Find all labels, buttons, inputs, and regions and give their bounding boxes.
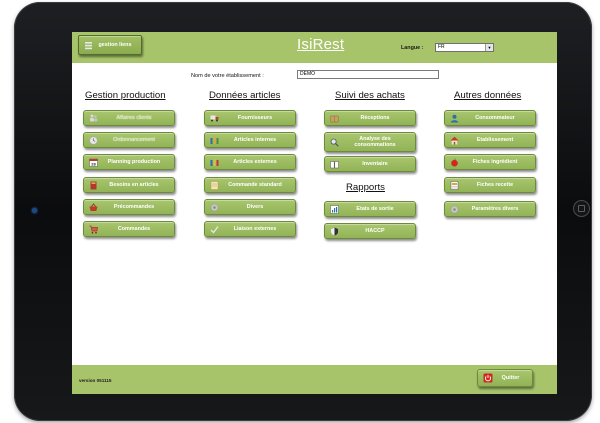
fiches-recette-label: Fiches recette (476, 182, 514, 188)
menu-icon (84, 41, 93, 49)
language-select[interactable]: FR ▼ (435, 43, 494, 52)
bottles-icon (210, 136, 219, 144)
precommandes-label: Précommandes (113, 204, 155, 210)
truck-icon (210, 114, 219, 122)
affaires-clients-button[interactable]: Affaires clients (83, 110, 175, 126)
commande-standard-label: Commande standard (228, 182, 282, 188)
receptions-label: Réceptions (360, 115, 390, 121)
section-title-rapports: Rapports (346, 182, 385, 193)
section-title-gestion-production: Gestion production (85, 90, 166, 101)
recipe-icon (450, 180, 459, 190)
apple-icon (450, 157, 459, 166)
basket-icon (89, 202, 98, 211)
people-icon (89, 114, 98, 122)
precommandes-button[interactable]: Précommandes (83, 199, 175, 215)
etablissement-button[interactable]: Etablissement (444, 132, 536, 148)
articles-internes-label: Articles internes (233, 137, 277, 143)
besoins-articles-button[interactable]: Besoins en articles (83, 177, 175, 193)
book-icon (89, 181, 98, 189)
gestion-liens-label: gestion liens (98, 42, 132, 48)
bottles-icon (210, 158, 219, 166)
chart-icon (330, 204, 339, 214)
besoins-articles-label: Besoins en articles (109, 182, 159, 188)
articles-internes-button[interactable]: Articles internes (204, 132, 296, 148)
commande-standard-button[interactable]: Commande standard (204, 177, 296, 193)
ordonnancement-label: Ordonnancement (113, 137, 155, 143)
commandes-label: Commandes (117, 226, 151, 232)
gear-icon (450, 205, 459, 213)
gear-icon (210, 203, 219, 211)
quitter-label: Quitter (501, 375, 520, 381)
cart-icon (89, 225, 98, 234)
home-button[interactable] (573, 200, 590, 217)
haccp-label: HACCP (365, 228, 385, 234)
consommateur-button[interactable]: Consommateur (444, 110, 536, 126)
section-title-autres-donnees: Autres données (454, 90, 522, 101)
affaires-clients-label: Affaires clients (116, 115, 152, 121)
fiches-recette-button[interactable]: Fiches recette (444, 177, 536, 193)
inventaire-button[interactable]: Inventaire (324, 156, 416, 172)
app-title: IsiRest (297, 36, 345, 53)
establishment-label: Nom de votre établissement : (191, 73, 264, 79)
language-label: Langue : (401, 45, 424, 51)
quitter-button[interactable]: Quitter (477, 369, 533, 387)
shield-icon (330, 227, 339, 236)
parametres-divers-label: Paramètres divers (471, 206, 519, 212)
articles-externes-label: Articles externes (233, 159, 277, 165)
notepad-icon (210, 180, 219, 190)
check-icon (210, 225, 219, 233)
fiches-ingredient-button[interactable]: Fiches ingrédient (444, 154, 536, 170)
inventaire-label: Inventaire (362, 161, 388, 167)
section-title-suivi-achats: Suivi des achats (335, 90, 405, 101)
gestion-liens-button[interactable]: gestion liens (78, 35, 142, 55)
language-selected-value: FR (438, 44, 445, 50)
power-icon (483, 373, 493, 383)
magnifier-icon (330, 138, 339, 147)
divers-button[interactable]: Divers (204, 199, 296, 215)
analyse-consommations-button[interactable]: Analyse des consommations (324, 132, 416, 152)
version-label: version 051115 (79, 378, 112, 383)
haccp-button[interactable]: HACCP (324, 223, 416, 239)
fournisseurs-button[interactable]: Fournisseurs (204, 110, 296, 126)
divers-label: Divers (246, 204, 264, 210)
camera-icon (32, 208, 37, 213)
person-icon (450, 114, 459, 122)
fiches-ingredient-label: Fiches ingrédient (472, 159, 518, 165)
liaison-externes-label: Liaison externes (233, 226, 277, 232)
parametres-divers-button[interactable]: Paramètres divers (444, 201, 536, 217)
chevron-down-icon[interactable]: ▼ (485, 44, 493, 51)
establishment-input[interactable]: DEMO (297, 70, 439, 79)
section-title-donnees-articles: Données articles (209, 90, 281, 101)
analyse-consommations-label: Analyse des consommations (354, 136, 396, 148)
calendar-icon: 28 (89, 158, 98, 167)
fournisseurs-label: Fournisseurs (237, 115, 273, 121)
box-icon (330, 114, 339, 122)
planning-production-label: Planning production (107, 159, 161, 165)
svg-text:28: 28 (91, 161, 96, 166)
book-open-icon (330, 160, 339, 168)
consommateur-label: Consommateur (475, 115, 515, 121)
ordonnancement-button[interactable]: Ordonnancement (83, 132, 175, 148)
commandes-button[interactable]: Commandes (83, 221, 175, 237)
clock-icon (89, 135, 98, 145)
planning-production-button[interactable]: 28 Planning production (83, 154, 175, 170)
house-icon (450, 136, 459, 144)
liaison-externes-button[interactable]: Liaison externes (204, 221, 296, 237)
app-screen: gestion liens IsiRest Langue : FR ▼ Nom … (72, 32, 557, 394)
etats-sortie-label: Etats de sortie (356, 206, 394, 212)
receptions-button[interactable]: Réceptions (324, 110, 416, 126)
tablet-frame: gestion liens IsiRest Langue : FR ▼ Nom … (14, 2, 592, 421)
etablissement-label: Etablissement (476, 137, 514, 143)
etats-sortie-button[interactable]: Etats de sortie (324, 201, 416, 217)
articles-externes-button[interactable]: Articles externes (204, 154, 296, 170)
